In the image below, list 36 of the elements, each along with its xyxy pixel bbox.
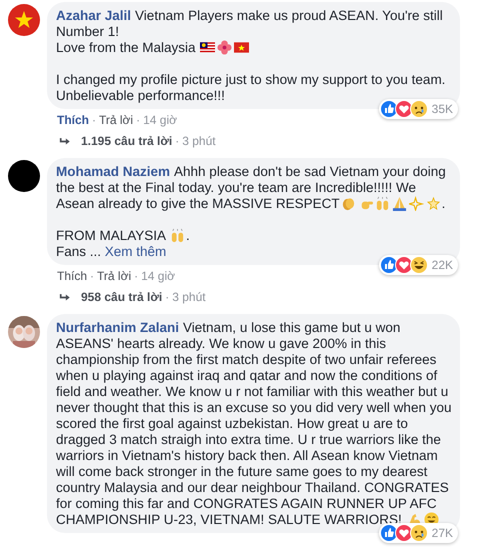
avatar[interactable] [8, 160, 40, 192]
separator: · [136, 113, 140, 127]
comment-text: FROM MALAYSIA . [56, 228, 191, 244]
separator: · [92, 113, 96, 127]
reply-arrow-icon [59, 136, 71, 146]
separator: · [134, 269, 138, 283]
comment-time: 14 giờ [143, 113, 177, 127]
comment-text: Azahar Jalil Vietnam Players make us proud ASEAN. You're still Number 1! [56, 8, 444, 40]
separator: · [175, 134, 180, 148]
see-more-link[interactable]: Xem thêm [104, 244, 166, 259]
like-link[interactable]: Thích [57, 269, 88, 283]
comment-time: 14 giờ [141, 269, 175, 283]
flower-icon [217, 40, 232, 55]
view-replies-link[interactable]: 1.195 câu trả lời [81, 134, 172, 148]
comment-text: Mohamad Naziem Ahhh please don't be sad Vietnam your doing the best at the Final today. you're team are Incredible!!!!! We Asean already to give the MASSIVE RESPECT . [56, 164, 447, 212]
comment-text: Love from the Malaysia [56, 40, 452, 56]
like-link[interactable]: Thích [57, 113, 89, 127]
reply-time: 3 phút [182, 134, 216, 148]
flag-icon [234, 42, 250, 53]
reply-link[interactable]: Trả lời [99, 113, 134, 127]
author-name[interactable]: Mohamad Naziem [56, 164, 170, 179]
reply-arrow-icon [59, 292, 71, 302]
author-name[interactable]: Nurfarhanim Zalani [56, 320, 180, 335]
laughing-face-icon [410, 256, 428, 274]
comment-text: Fans ... Xem thêm [56, 244, 168, 260]
separator: · [90, 269, 94, 283]
sad-face-icon [410, 100, 428, 118]
author-name[interactable]: Azahar Jalil [56, 8, 132, 23]
flag-icon [200, 42, 216, 53]
star-icon [426, 196, 441, 211]
sparkles-icon [408, 196, 424, 211]
reply-time: 3 phút [172, 290, 206, 304]
view-replies-link[interactable]: 958 câu trả lời [81, 290, 162, 304]
reply-link[interactable]: Trả lời [97, 269, 132, 283]
sad-face-icon [410, 524, 428, 542]
separator: · [165, 290, 170, 304]
